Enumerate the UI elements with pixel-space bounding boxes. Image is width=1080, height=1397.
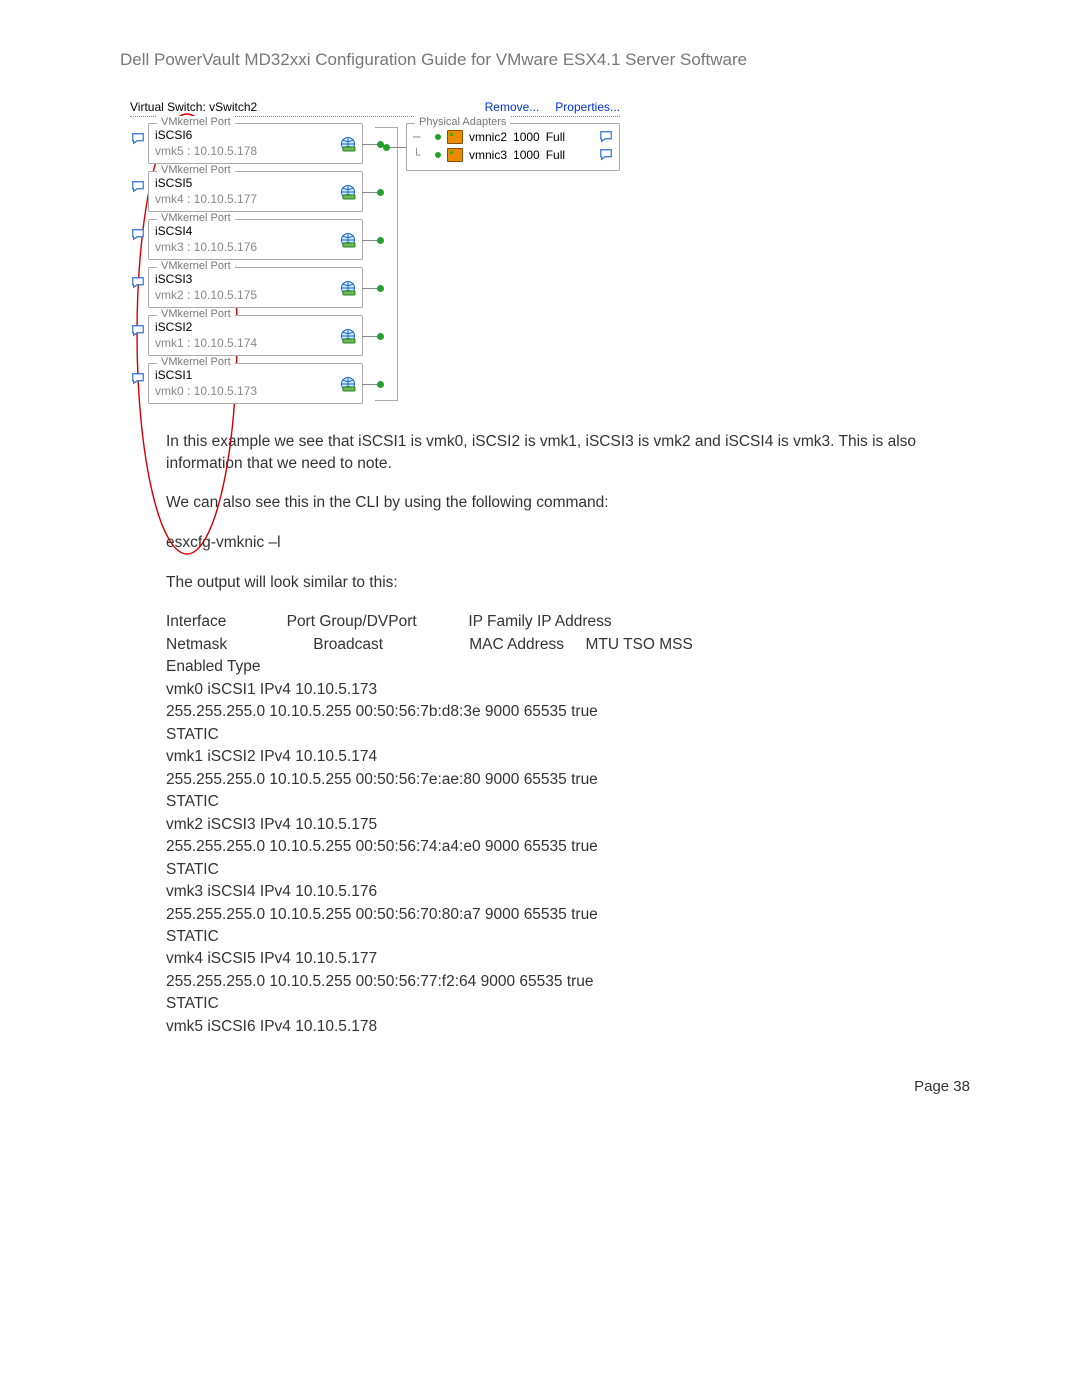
port-name: iSCSI1 [155,367,356,383]
vmkernel-port-column: VMkernel PortiSCSI6vmk5 : 10.10.5.178VMk… [130,123,363,411]
port-ip: vmk4 : 10.10.5.177 [155,191,356,207]
adapter-duplex: Full [546,128,565,146]
port-ip: vmk2 : 10.10.5.175 [155,287,356,303]
vmkernel-port-iscsi3[interactable]: VMkernel PortiSCSI3vmk2 : 10.10.5.175 [148,267,363,308]
cli-row: STATIC [166,993,946,1015]
globe-icon [340,328,356,344]
cli-output: Interface Port Group/DVPort IP Family IP… [166,611,946,1038]
adapter-speed: 1000 [513,146,540,164]
vswitch-panel: Virtual Switch: vSwitch2 Remove... Prope… [130,100,620,411]
nic-icon [447,130,463,144]
remove-link[interactable]: Remove... [485,100,540,114]
paragraph-3: The output will look similar to this: [166,572,946,594]
cli-row: vmk3 iSCSI4 IPv4 10.10.5.176 [166,881,946,903]
cli-row: 255.255.255.0 10.10.5.255 00:50:56:74:a4… [166,836,946,858]
cli-row: STATIC [166,724,946,746]
port-ip: vmk1 : 10.10.5.174 [155,335,356,351]
port-legend: VMkernel Port [157,116,235,128]
vmkernel-port-iscsi2[interactable]: VMkernel PortiSCSI2vmk1 : 10.10.5.174 [148,315,363,356]
adapter-vmnic2[interactable]: ─vmnic21000Full [413,128,613,146]
vmkernel-port-iscsi6[interactable]: VMkernel PortiSCSI6vmk5 : 10.10.5.178 [148,123,363,164]
cli-row: vmk0 iSCSI1 IPv4 10.10.5.173 [166,679,946,701]
physical-adapters-block: Physical Adapters ─vmnic21000Full└vmnic3… [406,123,620,171]
page-number: Page 38 [110,1078,970,1095]
cli-row: STATIC [166,859,946,881]
speech-icon[interactable] [131,276,145,290]
adapter-vmnic3[interactable]: └vmnic31000Full [413,146,613,164]
status-dot-icon [435,152,441,158]
cli-row: 255.255.255.0 10.10.5.255 00:50:56:77:f2… [166,971,946,993]
port-legend: VMkernel Port [157,164,235,176]
vmkernel-port-iscsi4[interactable]: VMkernel PortiSCSI4vmk3 : 10.10.5.176 [148,219,363,260]
paragraph-1: In this example we see that iSCSI1 is vm… [166,431,946,474]
port-name: iSCSI5 [155,175,356,191]
cli-row: vmk2 iSCSI3 IPv4 10.10.5.175 [166,814,946,836]
port-legend: VMkernel Port [157,308,235,320]
cli-row: vmk1 iSCSI2 IPv4 10.10.5.174 [166,746,946,768]
globe-icon [340,136,356,152]
globe-icon [340,376,356,392]
doc-title: Dell PowerVault MD32xxi Configuration Gu… [120,50,970,70]
speech-icon[interactable] [131,228,145,242]
adapter-duplex: Full [546,146,565,164]
speech-icon[interactable] [131,372,145,386]
adapters-legend: Physical Adapters [415,116,510,128]
globe-icon [340,232,356,248]
cli-row: 255.255.255.0 10.10.5.255 00:50:56:7b:d8… [166,701,946,723]
body-text: In this example we see that iSCSI1 is vm… [166,431,946,1038]
adapter-name: vmnic2 [469,128,507,146]
paragraph-2: We can also see this in the CLI by using… [166,492,946,514]
port-legend: VMkernel Port [157,260,235,272]
port-name: iSCSI3 [155,271,356,287]
cli-header: Interface Port Group/DVPort IP Family IP… [166,611,946,678]
status-dot-icon [435,134,441,140]
nic-icon [447,148,463,162]
port-ip: vmk5 : 10.10.5.178 [155,143,356,159]
port-legend: VMkernel Port [157,212,235,224]
cli-row: STATIC [166,926,946,948]
cli-row: STATIC [166,791,946,813]
cli-row: 255.255.255.0 10.10.5.255 00:50:56:7e:ae… [166,769,946,791]
vmkernel-port-iscsi1[interactable]: VMkernel PortiSCSI1vmk0 : 10.10.5.173 [148,363,363,404]
speech-icon[interactable] [599,130,613,144]
vswitch-title: Virtual Switch: vSwitch2 [130,100,257,114]
cli-row: 255.255.255.0 10.10.5.255 00:50:56:70:80… [166,904,946,926]
speech-icon[interactable] [131,180,145,194]
globe-icon [340,184,356,200]
speech-icon[interactable] [131,132,145,146]
port-ip: vmk0 : 10.10.5.173 [155,383,356,399]
adapter-name: vmnic3 [469,146,507,164]
port-ip: vmk3 : 10.10.5.176 [155,239,356,255]
speech-icon[interactable] [131,324,145,338]
cli-row: vmk4 iSCSI5 IPv4 10.10.5.177 [166,948,946,970]
speech-icon[interactable] [599,148,613,162]
physical-adapter-column: Physical Adapters ─vmnic21000Full└vmnic3… [406,123,620,171]
globe-icon [340,280,356,296]
port-name: iSCSI4 [155,223,356,239]
port-legend: VMkernel Port [157,356,235,368]
cli-row: vmk5 iSCSI6 IPv4 10.10.5.178 [166,1016,946,1038]
properties-link[interactable]: Properties... [555,100,620,114]
adapter-speed: 1000 [513,128,540,146]
port-name: iSCSI2 [155,319,356,335]
vmkernel-port-iscsi5[interactable]: VMkernel PortiSCSI5vmk4 : 10.10.5.177 [148,171,363,212]
port-name: iSCSI6 [155,127,356,143]
connector-pipe [375,127,398,401]
cli-command: esxcfg-vmknic –l [166,532,946,554]
